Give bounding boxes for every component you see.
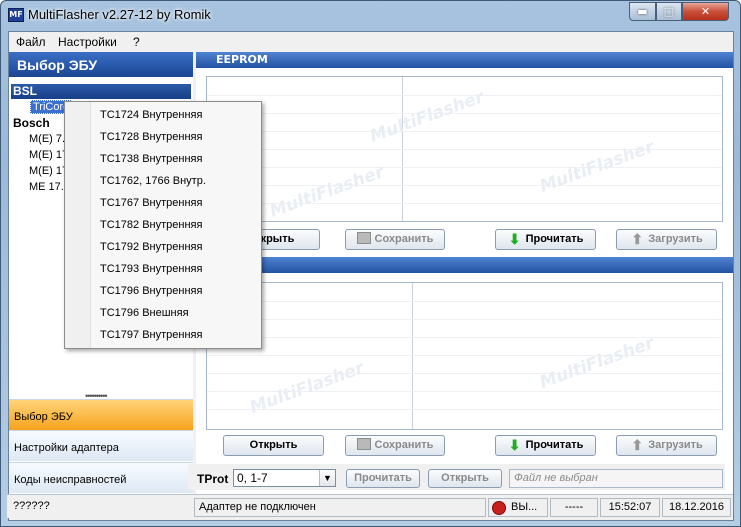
work-area: EEPROM MultiFlasher MultiFlasher MultiFl… [196, 52, 733, 495]
floppy-icon [356, 438, 371, 450]
status-time: 15:52:07 [600, 498, 660, 517]
flash-header [196, 257, 733, 273]
tprot-bar: TProt 0, 1-7 ▼ Прочитать Открыть Файл не… [188, 464, 725, 490]
tree-item[interactable]: M(E) 7. [29, 133, 65, 147]
eeprom-upload-label: Загрузить [648, 233, 703, 245]
maximize-icon: □ [663, 5, 675, 18]
menu-item[interactable]: TC1782 Внутренняя [100, 219, 202, 235]
status-date: 18.12.2016 [662, 498, 731, 517]
minimize-icon: ▬ [637, 5, 648, 18]
menu-item[interactable]: TC1724 Внутренняя [100, 109, 202, 125]
status-indicator-text: ВЫ... [511, 501, 538, 513]
watermark: MultiFlasher [537, 333, 657, 393]
chevron-down-icon[interactable]: ▼ [319, 470, 335, 486]
flash-hex-grid[interactable]: MultiFlasher MultiFlasher [206, 282, 723, 430]
tree-item[interactable]: ME 17. [29, 181, 64, 195]
tprot-open-button[interactable]: Открыть [428, 469, 502, 488]
menu-item[interactable]: TC1796 Внешняя [100, 307, 189, 323]
flash-read-button[interactable]: ⬇ Прочитать [495, 435, 596, 456]
nav-fault-codes[interactable]: Коды неисправностей [9, 462, 193, 493]
tree-group-bsl[interactable]: BSL [11, 84, 191, 99]
flash-upload-label: Загрузить [648, 439, 703, 451]
down-arrow-icon: ⬇ [508, 231, 521, 247]
tree-item[interactable]: M(E) 17 [29, 149, 68, 163]
eeprom-upload-button[interactable]: ⬆ Загрузить [616, 229, 717, 250]
menu-item[interactable]: TC1767 Внутренняя [100, 197, 202, 213]
minimize-button[interactable]: ▬ [629, 2, 656, 21]
floppy-icon [356, 232, 371, 244]
eeprom-read-button[interactable]: ⬇ Прочитать [495, 229, 596, 250]
eeprom-save-button[interactable]: Сохранить [345, 229, 445, 250]
menu-item[interactable]: TC1796 Внутренняя [100, 285, 202, 301]
watermark: MultiFlasher [367, 87, 487, 147]
menu-item[interactable]: TC1797 Внутренняя [100, 329, 202, 345]
tprot-file-field: Файл не выбран [509, 469, 723, 488]
flash-save-label: Сохранить [374, 439, 434, 451]
menu-bar: Файл Настройки ? [9, 32, 733, 52]
menu-item[interactable]: TC1793 Внутренняя [100, 263, 202, 279]
down-arrow-icon: ⬇ [508, 437, 521, 453]
menu-item[interactable]: TC1762, 1766 Внутр. [100, 175, 206, 191]
window-title: MultiFlasher v2.27-12 by Romik [28, 7, 211, 22]
eeprom-hex-grid[interactable]: MultiFlasher MultiFlasher MultiFlasher [206, 76, 723, 222]
nav-adapter-settings[interactable]: Настройки адаптера [9, 430, 193, 461]
close-icon: ✕ [700, 5, 711, 18]
flash-upload-button[interactable]: ⬆ Загрузить [616, 435, 717, 456]
title-bar[interactable]: MF MultiFlasher v2.27-12 by Romik ▬ □ ✕ [1, 1, 740, 29]
status-red-icon [492, 501, 506, 515]
tprot-label: TProt [197, 472, 229, 486]
menu-help[interactable]: ? [133, 35, 140, 49]
status-left: ?????? [9, 498, 194, 517]
eeprom-save-label: Сохранить [374, 233, 434, 245]
flash-save-button[interactable]: Сохранить [345, 435, 445, 456]
status-dashes: ----- [550, 498, 598, 517]
up-arrow-icon: ⬆ [631, 437, 644, 453]
app-icon: MF [8, 8, 24, 22]
menu-gutter [65, 102, 91, 348]
status-bar: ?????? Адаптер не подключен ВЫ... ----- … [7, 494, 733, 518]
menu-file[interactable]: Файл [16, 35, 46, 49]
watermark: MultiFlasher [267, 162, 387, 222]
ecu-popup-menu: TC1724 Внутренняя TC1728 Внутренняя TC17… [64, 101, 262, 349]
menu-item[interactable]: TC1792 Внутренняя [100, 241, 202, 257]
menu-settings[interactable]: Настройки [58, 35, 117, 49]
flash-open-button[interactable]: Открыть [223, 435, 324, 456]
menu-item[interactable]: TC1738 Внутренняя [100, 153, 202, 169]
eeprom-header: EEPROM [196, 52, 733, 68]
nav-ecu-select[interactable]: Выбор ЭБУ [9, 399, 193, 430]
flash-read-label: Прочитать [525, 439, 584, 451]
tprot-select-value: 0, 1-7 [237, 471, 268, 485]
eeprom-read-label: Прочитать [525, 233, 584, 245]
status-indicator: ВЫ... [488, 498, 548, 517]
maximize-button[interactable]: □ [656, 2, 682, 21]
up-arrow-icon: ⬆ [631, 231, 644, 247]
tprot-read-button[interactable]: Прочитать [346, 469, 420, 488]
menu-item[interactable]: TC1728 Внутренняя [100, 131, 202, 147]
ecu-panel-title: Выбор ЭБУ [9, 52, 193, 77]
close-button[interactable]: ✕ [682, 2, 729, 21]
tprot-select[interactable]: 0, 1-7 ▼ [233, 469, 336, 487]
status-adapter: Адаптер не подключен [194, 498, 486, 517]
tree-item[interactable]: M(E) 17 [29, 165, 68, 179]
